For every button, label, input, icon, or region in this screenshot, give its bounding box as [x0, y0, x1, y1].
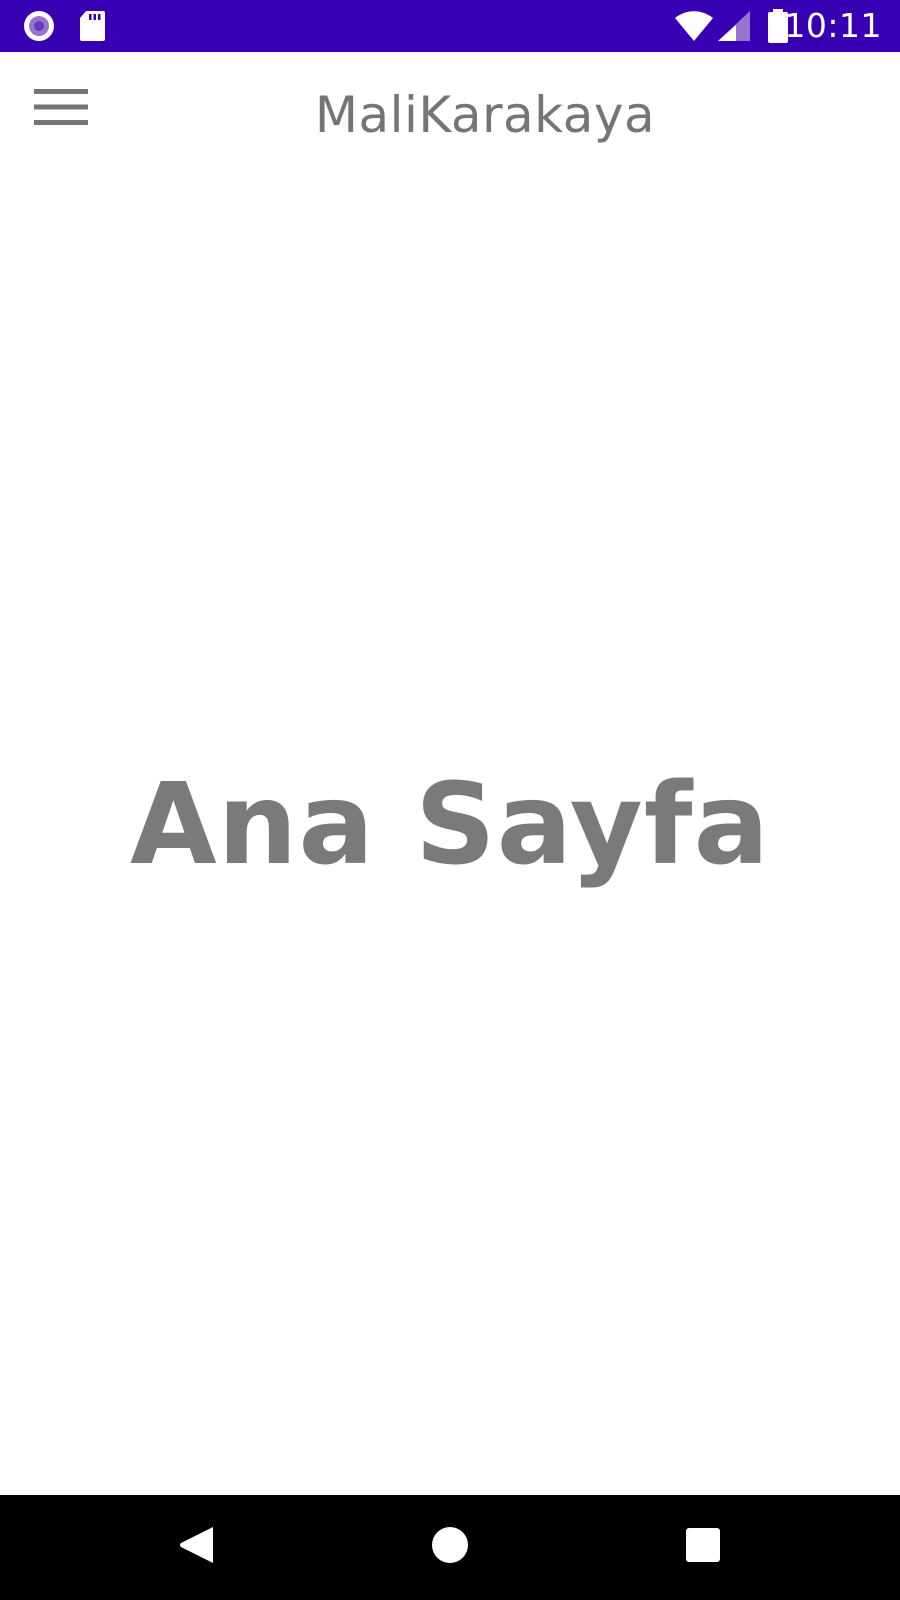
status-time: 10:11 [784, 6, 882, 45]
wifi-icon [674, 0, 714, 52]
main-content: Ana Sayfa [0, 178, 900, 1495]
app-bar: MaliKarakaya [0, 52, 900, 178]
signal-icon [716, 0, 752, 52]
back-icon [179, 1525, 215, 1570]
back-button[interactable] [142, 1495, 252, 1600]
recents-button[interactable] [648, 1495, 758, 1600]
home-icon [431, 1526, 469, 1569]
app-title: MaliKarakaya [314, 86, 656, 144]
radio-record-icon [22, 0, 56, 52]
page-heading: Ana Sayfa [129, 760, 771, 890]
system-nav-bar [0, 1495, 900, 1600]
status-bar: 10:11 [0, 0, 900, 52]
sd-card-icon [78, 0, 106, 52]
recents-icon [685, 1527, 721, 1568]
home-button[interactable] [395, 1495, 505, 1600]
